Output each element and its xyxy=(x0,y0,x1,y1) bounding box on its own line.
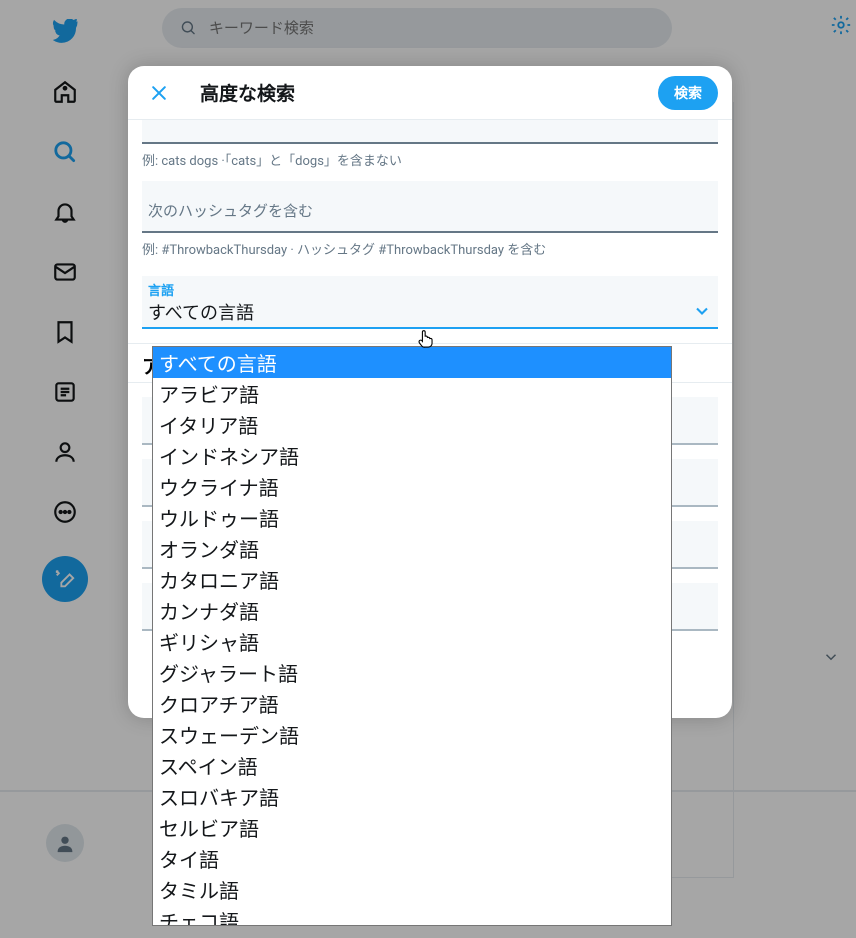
language-option[interactable]: セルビア語 xyxy=(153,812,671,843)
language-option[interactable]: タミル語 xyxy=(153,874,671,905)
chevron-down-icon xyxy=(692,301,712,321)
search-submit-button[interactable]: 検索 xyxy=(658,76,718,110)
language-option[interactable]: すべての言語 xyxy=(153,347,671,378)
language-option[interactable]: アラビア語 xyxy=(153,378,671,409)
hashtags-hint: 例: #ThrowbackThursday · ハッシュタグ #Throwbac… xyxy=(128,233,732,258)
language-value: すべての言語 xyxy=(148,299,712,325)
close-button[interactable] xyxy=(142,76,176,110)
language-select[interactable]: 言語 すべての言語 xyxy=(142,276,718,329)
language-option[interactable]: スペイン語 xyxy=(153,750,671,781)
language-option[interactable]: チェコ語 xyxy=(153,905,671,926)
language-option[interactable]: スロバキア語 xyxy=(153,781,671,812)
language-option[interactable]: グジャラート語 xyxy=(153,657,671,688)
modal-title: 高度な検索 xyxy=(200,79,295,106)
language-option[interactable]: イタリア語 xyxy=(153,409,671,440)
language-option[interactable]: スウェーデン語 xyxy=(153,719,671,750)
language-option[interactable]: ウクライナ語 xyxy=(153,471,671,502)
language-option[interactable]: インドネシア語 xyxy=(153,440,671,471)
language-option[interactable]: オランダ語 xyxy=(153,533,671,564)
none-of-words-input[interactable] xyxy=(142,120,718,144)
language-option[interactable]: カタロニア語 xyxy=(153,564,671,595)
language-option[interactable]: カンナダ語 xyxy=(153,595,671,626)
language-label: 言語 xyxy=(148,280,712,299)
language-option[interactable]: タイ語 xyxy=(153,843,671,874)
modal-header: 高度な検索 検索 xyxy=(128,66,732,120)
language-option[interactable]: クロアチア語 xyxy=(153,688,671,719)
none-of-words-hint: 例: cats dogs ·「cats」と「dogs」を含まない xyxy=(128,144,732,169)
language-option[interactable]: ギリシャ語 xyxy=(153,626,671,657)
language-option[interactable]: ウルドゥー語 xyxy=(153,502,671,533)
hashtags-input[interactable] xyxy=(142,181,718,233)
language-dropdown[interactable]: すべての言語アラビア語イタリア語インドネシア語ウクライナ語ウルドゥー語オランダ語… xyxy=(152,346,672,926)
